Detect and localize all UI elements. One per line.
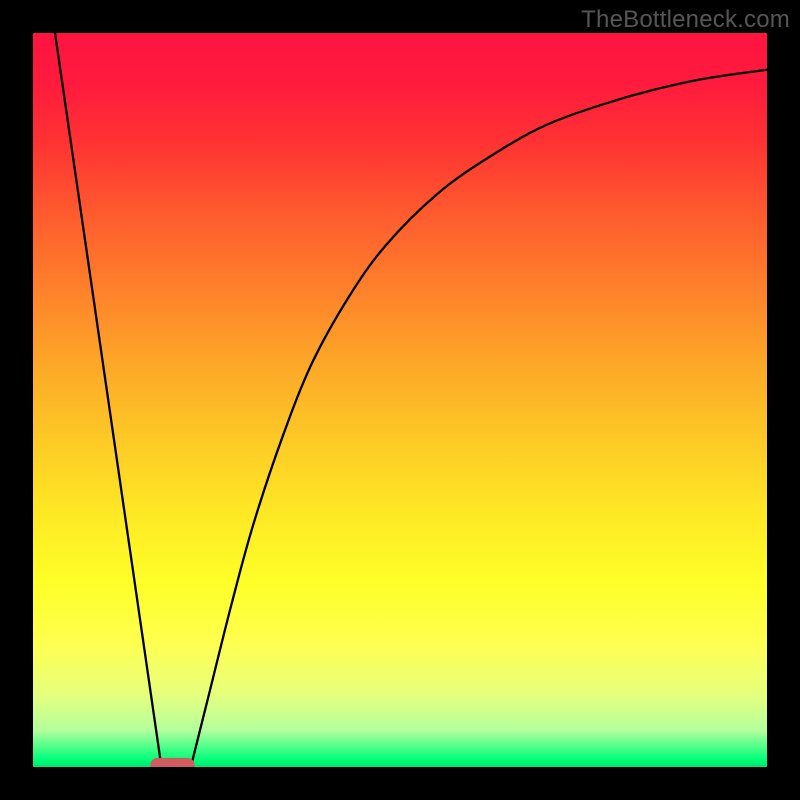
chart-frame: TheBottleneck.com (0, 0, 800, 800)
gradient-background (33, 33, 767, 767)
minimum-marker (150, 758, 194, 767)
watermark-text: TheBottleneck.com (581, 6, 790, 34)
chart-plot (33, 33, 767, 767)
